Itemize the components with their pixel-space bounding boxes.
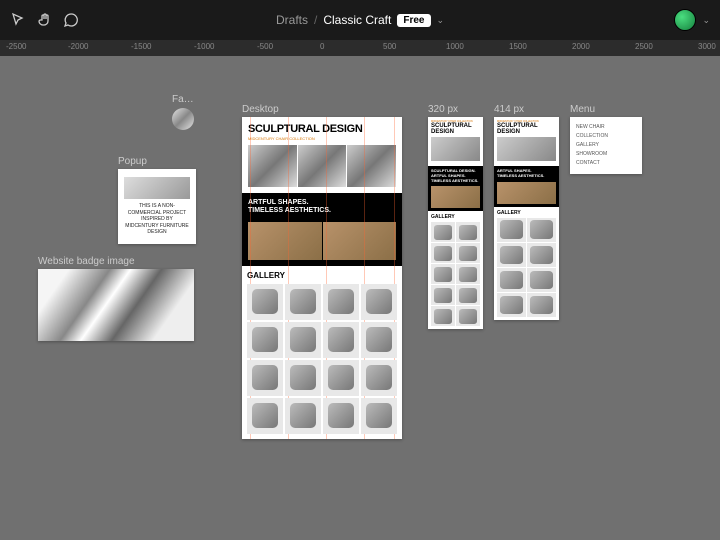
dark-heading: TIMELESS AESTHETICS.	[497, 174, 556, 179]
menu-item: SHOWROOM	[576, 150, 636, 159]
gallery-grid	[247, 284, 397, 434]
menu-item: GALLERY	[576, 141, 636, 150]
gallery-heading: GALLERY	[431, 214, 480, 220]
hero-heading: SCULPTURAL DESIGN	[248, 123, 396, 135]
comment-tool-icon[interactable]	[62, 11, 80, 29]
popup-image	[124, 177, 190, 199]
popup-text: THIS IS A NON-COMMERCIAL PROJECT INSPIRE…	[124, 203, 190, 236]
ruler-tick: -500	[257, 42, 273, 51]
move-tool-icon[interactable]	[10, 11, 28, 29]
favicon-frame[interactable]	[172, 108, 194, 130]
frame-label[interactable]: 320 px	[428, 104, 458, 115]
ruler-tick: 2500	[635, 42, 653, 51]
ruler-tick: -1000	[194, 42, 214, 51]
horizontal-ruler: -2500 -2000 -1500 -1000 -500 0 500 1000 …	[0, 40, 720, 56]
mobile-414-frame[interactable]: MIDCENTURY CHAIR COLLECTION SCULPTURAL D…	[494, 117, 559, 320]
hand-tool-icon[interactable]	[36, 11, 54, 29]
frame-label[interactable]: Fa…	[172, 94, 194, 105]
ruler-tick: 3000	[698, 42, 716, 51]
gallery-heading: GALLERY	[497, 210, 556, 216]
menu-item: CONTACT	[576, 159, 636, 168]
avatar[interactable]	[674, 9, 696, 31]
dark-heading: SCULPTURAL DESIGN. ARTFUL SHAPES. TIMELE…	[431, 169, 480, 183]
frame-label[interactable]: Popup	[118, 156, 147, 167]
frame-label[interactable]: 414 px	[494, 104, 524, 115]
drafts-link[interactable]: Drafts	[276, 13, 308, 27]
frame-label[interactable]: Menu	[570, 104, 595, 115]
gallery-heading: GALLERY	[247, 271, 397, 280]
plan-badge[interactable]: Free	[397, 14, 430, 27]
ruler-tick: 0	[320, 42, 324, 51]
canvas[interactable]: Fa… Popup THIS IS A NON-COMMERCIAL PROJE…	[0, 56, 720, 540]
breadcrumb-separator: /	[314, 13, 317, 27]
ruler-tick: -2000	[68, 42, 88, 51]
hero-subtitle: MIDCENTURY CHAIR COLLECTION	[248, 136, 396, 141]
ruler-tick: -1500	[131, 42, 151, 51]
ruler-tick: 2000	[572, 42, 590, 51]
breadcrumb[interactable]: Drafts / Classic Craft Free ⌄	[276, 13, 444, 27]
top-toolbar: Drafts / Classic Craft Free ⌄ ⌄	[0, 0, 720, 40]
mobile-320-frame[interactable]: MIDCENTURY CHAIR COLLECTION SCULPTURAL D…	[428, 117, 483, 329]
user-menu-chevron-icon[interactable]: ⌄	[702, 15, 710, 26]
hero-heading: SCULPTURAL DESIGN	[431, 123, 480, 135]
dark-heading: TIMELESS AESTHETICS.	[248, 207, 396, 215]
file-name[interactable]: Classic Craft	[323, 13, 391, 27]
menu-frame[interactable]: NEW CHAIR COLLECTION GALLERY SHOWROOM CO…	[570, 117, 642, 174]
ruler-tick: 1500	[509, 42, 527, 51]
ruler-tick: 1000	[446, 42, 464, 51]
frame-label[interactable]: Website badge image	[38, 256, 135, 267]
ruler-tick: -2500	[6, 42, 26, 51]
badge-image-frame[interactable]	[38, 269, 194, 341]
hero-heading: SCULPTURAL DESIGN	[497, 123, 556, 135]
ruler-tick: 500	[383, 42, 396, 51]
dark-heading: ARTFUL SHAPES.	[248, 199, 396, 207]
menu-item: NEW CHAIR COLLECTION	[576, 123, 636, 141]
chevron-down-icon[interactable]: ⌄	[436, 15, 444, 26]
frame-label[interactable]: Desktop	[242, 104, 279, 115]
desktop-frame[interactable]: SCULPTURAL DESIGN MIDCENTURY CHAIR COLLE…	[242, 117, 402, 439]
popup-frame[interactable]: THIS IS A NON-COMMERCIAL PROJECT INSPIRE…	[118, 169, 196, 244]
